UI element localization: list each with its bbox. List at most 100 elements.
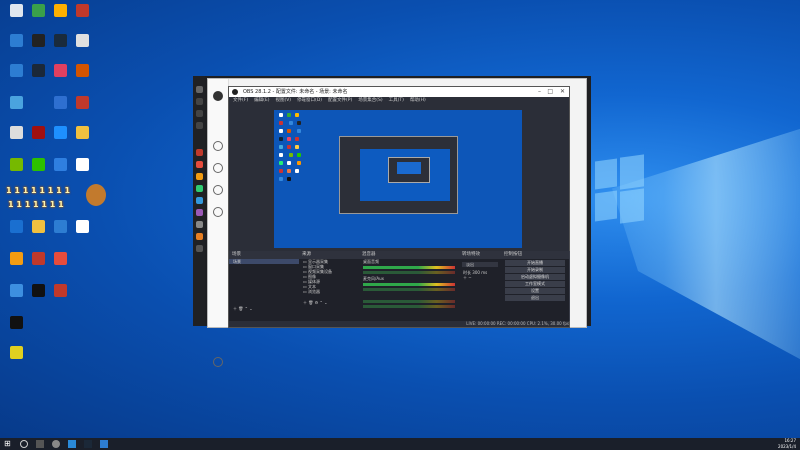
control-button[interactable]: 设置 <box>505 288 565 294</box>
menu-item[interactable]: 文件(F) <box>233 98 248 103</box>
control-button[interactable]: 开始直播 <box>505 260 565 266</box>
close-icon[interactable]: ✕ <box>560 87 565 97</box>
clock-date: 2023/1/4 <box>778 444 796 449</box>
app-icon <box>53 4 67 17</box>
sources-toolbar[interactable]: ＋ 🗑 ⚙ ⌃ ⌄ <box>299 300 359 305</box>
system-tray[interactable]: 16:27 2023/1/4 <box>778 438 796 450</box>
desktop-shortcut-icon[interactable] <box>6 252 26 265</box>
desktop-shortcut-icon[interactable] <box>28 126 48 139</box>
desktop-shortcut-icon[interactable] <box>28 34 48 47</box>
search-icon[interactable] <box>20 440 28 448</box>
app-icon <box>9 158 23 171</box>
desktop-shortcut-icon[interactable] <box>50 64 70 77</box>
taskbar-edge-icon[interactable] <box>68 440 76 448</box>
start-button-windows-icon[interactable]: ⊞ <box>4 440 12 448</box>
desktop-shortcut-icon[interactable] <box>6 346 26 359</box>
scene-item[interactable]: 场景 <box>229 259 299 264</box>
app-icon <box>31 4 45 17</box>
transitions-panel: 转场特效 淡出 时长 300 ms ＋ − <box>459 251 502 321</box>
desktop-shortcut-icon[interactable] <box>72 126 92 139</box>
desktop-shortcut-icon[interactable] <box>50 252 70 265</box>
desktop-shortcut-icon[interactable] <box>28 4 48 17</box>
app-icon <box>75 64 89 77</box>
control-button[interactable]: 工作室模式 <box>505 281 565 287</box>
desktop-shortcut-icon[interactable] <box>72 64 92 77</box>
desktop-shortcut-icon[interactable] <box>28 220 48 233</box>
volume-slider[interactable] <box>363 271 455 274</box>
task-view-icon[interactable] <box>36 440 44 448</box>
obs-titlebar[interactable]: OBS 28.1.2 - 配置文件: 未命名 - 场景: 未命名 – □ ✕ <box>229 87 569 97</box>
desktop-shortcut-icon[interactable] <box>28 284 48 297</box>
app-icon <box>9 96 23 109</box>
app-icon <box>53 220 67 233</box>
app-icon <box>9 284 23 297</box>
app-icon <box>9 346 23 359</box>
desktop: 1 1 1 1 1 1 1 1 1 1 1 1 1 1 1 OBS 28.1.2… <box>0 0 800 438</box>
maximize-icon[interactable]: □ <box>547 87 553 97</box>
menu-item[interactable]: 场景集合(S) <box>358 98 382 103</box>
mixer-header: 混音器 <box>359 251 459 259</box>
desktop-shortcut-icon[interactable] <box>50 284 70 297</box>
desktop-shortcut-icon[interactable] <box>50 96 70 109</box>
desktop-shortcut-icon[interactable] <box>50 34 70 47</box>
menu-item[interactable]: 编辑(E) <box>254 98 269 103</box>
menu-item[interactable]: 帮助(H) <box>410 98 426 103</box>
desktop-shortcut-icon[interactable] <box>28 252 48 265</box>
transition-select[interactable]: 淡出 <box>462 262 498 267</box>
volume-slider[interactable] <box>363 305 455 308</box>
desktop-shortcut-icon[interactable] <box>6 34 26 47</box>
minimize-icon[interactable]: – <box>538 87 541 97</box>
obs-window[interactable]: OBS 28.1.2 - 配置文件: 未命名 - 场景: 未命名 – □ ✕ 文… <box>228 86 570 328</box>
transition-add-remove[interactable]: ＋ − <box>459 275 501 280</box>
taskbar-app-icon[interactable] <box>100 440 108 448</box>
status-text: LIVE: 00:00:00 REC: 00:00:00 CPU: 2.1%, … <box>466 321 569 326</box>
obs-status-bar: LIVE: 00:00:00 REC: 00:00:00 CPU: 2.1%, … <box>229 321 569 327</box>
app-icon <box>75 126 89 139</box>
desktop-shortcut-icon[interactable] <box>6 4 26 17</box>
desktop-banner: 1 1 1 1 1 1 1 1 1 1 1 1 1 1 1 <box>0 184 112 214</box>
desktop-shortcut-icon[interactable] <box>50 4 70 17</box>
obs-preview-canvas[interactable] <box>274 110 522 248</box>
sources-header: 来源 <box>299 251 359 259</box>
desktop-shortcut-icon[interactable] <box>6 158 26 171</box>
menu-item[interactable]: 配置文件(P) <box>328 98 352 103</box>
desktop-shortcut-icon[interactable] <box>72 96 92 109</box>
desktop-shortcut-icon[interactable] <box>72 158 92 171</box>
desktop-shortcut-icon[interactable] <box>6 126 26 139</box>
app-icon <box>75 4 89 17</box>
desktop-shortcut-icon[interactable] <box>28 64 48 77</box>
control-button[interactable]: 开始录制 <box>505 267 565 273</box>
desktop-shortcut-icon[interactable] <box>6 64 26 77</box>
desktop-shortcut-icon[interactable] <box>6 220 26 233</box>
app-icon <box>75 34 89 47</box>
app-icon <box>53 64 67 77</box>
scenes-panel: 场景 场景 ＋ 🗑 ⌃ ⌄ <box>229 251 300 321</box>
menu-item[interactable]: 停靠窗口(D) <box>297 98 322 103</box>
menu-item[interactable]: 视图(V) <box>275 98 291 103</box>
light-window-sidebar <box>208 79 229 367</box>
menu-item[interactable]: 工具(T) <box>389 98 404 103</box>
scenes-toolbar[interactable]: ＋ 🗑 ⌃ ⌄ <box>229 306 299 311</box>
volume-slider[interactable] <box>363 288 455 291</box>
mixer-track-label: 麦克风/Aux <box>363 276 384 281</box>
desktop-shortcut-icon[interactable] <box>72 34 92 47</box>
desktop-shortcut-icon[interactable] <box>28 158 48 171</box>
mixer-panel: 混音器 桌面音频 麦克风/Aux <box>359 251 460 321</box>
desktop-shortcut-icon[interactable] <box>50 158 70 171</box>
taskbar-steam-icon[interactable] <box>84 440 92 448</box>
app-icon <box>53 252 67 265</box>
banner-character-icon <box>86 184 106 206</box>
audio-meter <box>363 300 455 303</box>
desktop-shortcut-icon[interactable] <box>6 96 26 109</box>
desktop-shortcut-icon[interactable] <box>50 220 70 233</box>
preview-nested-obs <box>339 136 458 214</box>
desktop-shortcut-icon[interactable] <box>72 4 92 17</box>
desktop-shortcut-icon[interactable] <box>6 316 26 329</box>
control-button[interactable]: 退出 <box>505 295 565 301</box>
desktop-shortcut-icon[interactable] <box>50 126 70 139</box>
desktop-shortcut-icon[interactable] <box>72 220 92 233</box>
desktop-shortcut-icon[interactable] <box>6 284 26 297</box>
taskbar-obs-icon[interactable] <box>52 440 60 448</box>
control-button[interactable]: 启动虚拟摄像机 <box>505 274 565 280</box>
source-item[interactable]: ▭ 浏览器 <box>299 289 359 294</box>
